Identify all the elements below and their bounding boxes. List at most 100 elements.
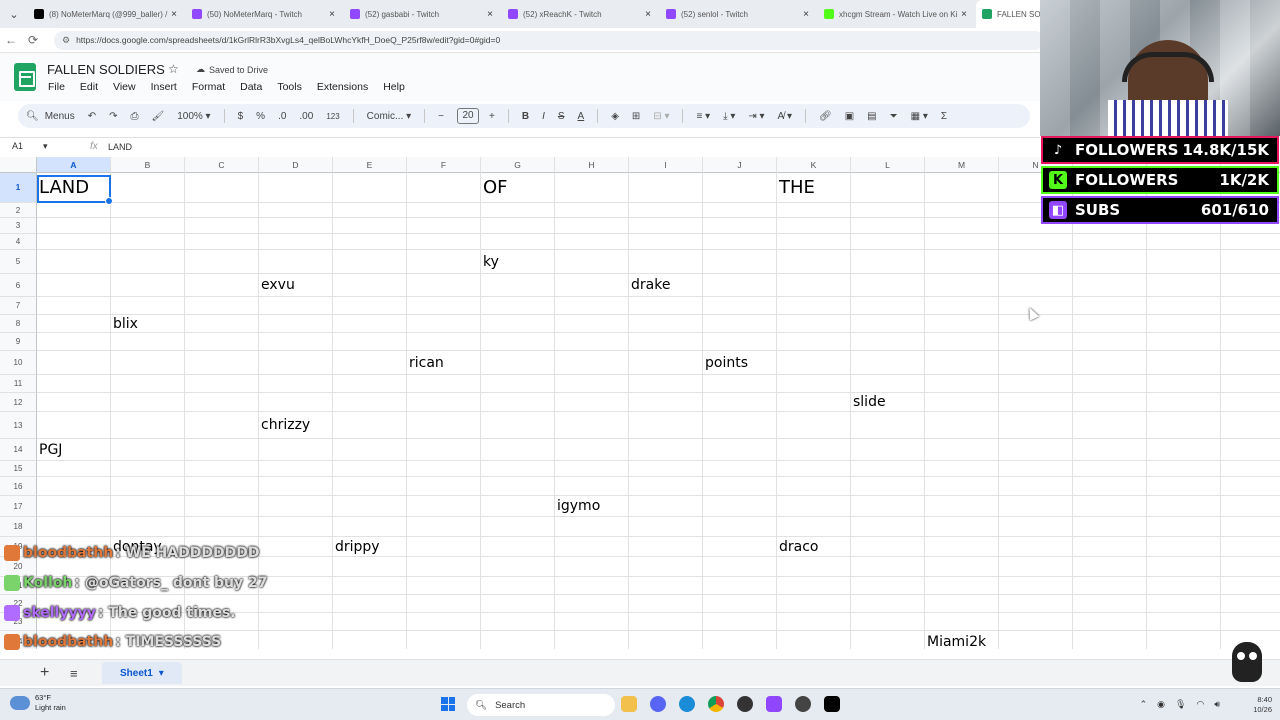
row-header[interactable]: 16 [0,477,37,496]
text-wrapping-icon[interactable]: ⇥ ▾ [748,111,764,122]
redo-icon[interactable]: ↷ [109,111,117,122]
menu-item-extensions[interactable]: Extensions [317,81,368,93]
font-select[interactable]: Comic... ▾ [367,111,411,122]
row-header[interactable]: 10 [0,351,37,375]
print-icon[interactable]: ⎙ [131,111,139,122]
column-header[interactable]: B [111,157,185,173]
cell-d6[interactable]: exvu [259,274,295,297]
menus-search-button[interactable]: 🔍︎ Menus [26,111,75,122]
merge-cells-icon[interactable]: ⊟ ▾ [653,111,669,122]
column-header[interactable]: H [555,157,629,173]
close-icon[interactable]: × [642,9,654,20]
url-field[interactable]: ⚙ https://docs.google.com/spreadsheets/d… [54,30,1044,50]
browser-tab[interactable]: xhcgm Stream - Watch Live on Ki × [818,0,976,28]
filter-views-icon[interactable]: ▦ ▾ [911,111,928,122]
column-header[interactable]: D [259,157,333,173]
menu-item-insert[interactable]: Insert [151,81,177,93]
number-format-button[interactable]: 123 [326,112,339,121]
browser-tab[interactable]: (52) senlol - Twitch × [660,0,818,28]
cell-k19[interactable]: draco [777,537,818,557]
close-icon[interactable]: × [958,9,970,20]
row-header[interactable]: 1 [0,173,37,203]
increase-decimal-button[interactable]: .00 [299,111,313,122]
insert-chart-icon[interactable]: ▤ [867,111,876,122]
edge-icon[interactable] [679,696,695,712]
row-header[interactable]: 17 [0,496,37,517]
row-header[interactable]: 14 [0,439,37,461]
cell-f10[interactable]: rican [407,351,444,375]
row-header[interactable]: 12 [0,393,37,412]
cell-j10[interactable]: points [703,351,748,375]
browser-tab[interactable]: (50) NoMeterMarq - Twitch × [186,0,344,28]
close-icon[interactable]: × [326,9,338,20]
menu-item-help[interactable]: Help [383,81,405,93]
close-icon[interactable]: × [800,9,812,20]
document-title[interactable]: FALLEN SOLDIERS [47,62,165,77]
media-player-icon[interactable] [737,696,753,712]
reload-icon[interactable]: ⟳ [22,33,44,47]
column-header[interactable]: E [333,157,407,173]
column-header[interactable]: I [629,157,703,173]
cell-k1[interactable]: THE [777,173,815,203]
name-box[interactable]: A1 ▾ [0,141,70,152]
row-header[interactable]: 3 [0,218,37,234]
column-header[interactable]: K [777,157,851,173]
font-size-input[interactable]: 20 [457,108,479,124]
cell-m24[interactable]: Miami2k [925,631,986,649]
cell-g5[interactable]: ky [481,250,499,274]
add-sheet-icon[interactable]: + [40,664,60,682]
twitch-app-icon[interactable] [766,696,782,712]
menu-item-edit[interactable]: Edit [80,81,98,93]
insert-link-icon[interactable]: 🔗︎ [819,111,832,122]
functions-icon[interactable]: Σ [941,111,947,122]
tab-list-icon[interactable]: ⌄ [0,0,28,28]
vertical-align-icon[interactable]: ⤓ ▾ [723,111,735,122]
obs-icon[interactable] [795,696,811,712]
increase-font-size-icon[interactable]: + [489,111,495,122]
column-header[interactable]: C [185,157,259,173]
currency-format-button[interactable]: $ [238,111,244,122]
file-explorer-icon[interactable] [621,696,637,712]
row-header[interactable]: 5 [0,250,37,274]
paint-format-icon[interactable]: 🖌︎ [152,111,165,122]
volume-icon[interactable]: 🔊︎ [1214,699,1220,710]
strikethrough-icon[interactable]: S [558,111,565,122]
column-header[interactable]: A [37,157,111,173]
row-header[interactable]: 9 [0,333,37,351]
clock[interactable]: 8:40 10/26 [1253,695,1272,715]
fill-color-icon[interactable]: ◈ [611,111,619,122]
cell-i6[interactable]: drake [629,274,670,297]
borders-icon[interactable]: ⊞ [632,111,640,122]
browser-tab[interactable]: (8) NoMeterMarq (@999_baller) / × [28,0,186,28]
save-status[interactable]: ☁ Saved to Drive [196,64,268,75]
taskbar-search[interactable]: 🔍︎ Search [467,694,615,716]
column-header[interactable]: L [851,157,925,173]
row-header[interactable]: 8 [0,315,37,333]
cell-l12[interactable]: slide [851,393,886,412]
weather-widget[interactable]: 63°F Light rain [10,693,66,713]
all-sheets-icon[interactable]: ≡ [70,666,90,681]
decrease-decimal-button[interactable]: .0 [278,111,286,122]
insert-comment-icon[interactable]: ▣ [845,111,854,122]
text-rotation-icon[interactable]: A̸ ▾ [778,111,792,122]
network-icon[interactable]: ◉ [1157,699,1165,710]
select-all-corner[interactable] [0,157,37,173]
zoom-select[interactable]: 100% ▾ [177,111,210,122]
cell-e19[interactable]: drippy [333,537,380,557]
column-header[interactable]: M [925,157,999,173]
decrease-font-size-icon[interactable]: − [438,111,444,122]
browser-tab[interactable]: (52) xReachK - Twitch × [502,0,660,28]
menu-item-data[interactable]: Data [240,81,262,93]
close-icon[interactable]: × [484,9,496,20]
chrome-icon[interactable] [708,696,724,712]
column-header[interactable]: J [703,157,777,173]
row-header[interactable]: 18 [0,517,37,537]
browser-tab[interactable]: (52) gasbabi - Twitch × [344,0,502,28]
tiktok-app-icon[interactable] [824,696,840,712]
star-icon[interactable]: ☆ [168,62,179,76]
italic-icon[interactable]: I [542,111,545,122]
row-header[interactable]: 4 [0,234,37,250]
row-header[interactable]: 15 [0,461,37,477]
menu-item-view[interactable]: View [113,81,136,93]
wifi-icon[interactable]: ◠ [1196,699,1204,710]
